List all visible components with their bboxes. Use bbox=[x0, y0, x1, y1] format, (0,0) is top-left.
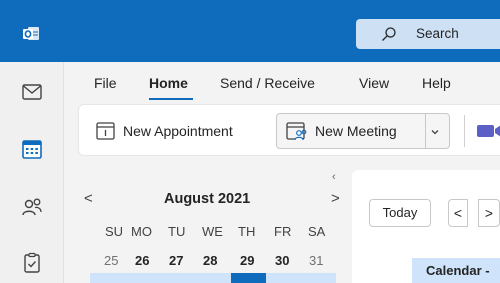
mini-calendar-next-button[interactable]: > bbox=[331, 190, 340, 207]
chevron-down-icon[interactable] bbox=[430, 127, 440, 137]
today-indicator bbox=[231, 273, 266, 283]
nav-rail bbox=[0, 62, 64, 283]
new-appointment-button[interactable]: New Appointment bbox=[95, 114, 233, 148]
ribbon-toolbar: New Appointment New Meeting bbox=[78, 104, 500, 156]
calendar-day[interactable]: 25 bbox=[104, 253, 118, 268]
tab-help[interactable]: Help bbox=[422, 75, 451, 91]
today-button[interactable]: Today bbox=[369, 199, 431, 227]
weekday-label: SA bbox=[308, 224, 326, 239]
tab-file[interactable]: File bbox=[94, 75, 117, 91]
weekday-label: TU bbox=[168, 224, 186, 239]
search-label: Search bbox=[416, 26, 459, 41]
collapse-pane-chevron[interactable]: ‹ bbox=[332, 171, 336, 183]
new-meeting-button[interactable]: New Meeting bbox=[285, 114, 397, 148]
search-box[interactable]: Search bbox=[356, 19, 500, 49]
new-meeting-split-button: New Meeting bbox=[276, 113, 450, 149]
calendar-day[interactable]: 28 bbox=[203, 253, 217, 268]
search-icon bbox=[382, 27, 396, 41]
tab-send-receive[interactable]: Send / Receive bbox=[220, 75, 315, 91]
calendar-icon[interactable] bbox=[20, 137, 44, 161]
tasks-icon[interactable] bbox=[20, 251, 44, 275]
calendar-tab[interactable]: Calendar - bbox=[412, 258, 500, 283]
calendar-day[interactable]: 26 bbox=[135, 253, 149, 268]
new-appointment-label: New Appointment bbox=[123, 123, 233, 139]
calendar-next-button[interactable]: > bbox=[478, 199, 500, 227]
calendar-day-today[interactable]: 29 bbox=[240, 253, 254, 268]
mail-icon[interactable] bbox=[20, 80, 44, 104]
people-icon[interactable] bbox=[20, 195, 44, 219]
weekday-label: FR bbox=[274, 224, 292, 239]
new-meeting-label: New Meeting bbox=[315, 123, 397, 139]
mini-calendar-prev-button[interactable]: < bbox=[84, 190, 93, 207]
weekday-label: MO bbox=[131, 224, 152, 239]
calendar-day[interactable]: 27 bbox=[169, 253, 183, 268]
toolbar-separator bbox=[464, 115, 465, 147]
calendar-day[interactable]: 30 bbox=[275, 253, 289, 268]
mini-calendar-month[interactable]: August 2021 bbox=[164, 191, 250, 207]
tab-view[interactable]: View bbox=[359, 75, 389, 91]
calendar-day[interactable]: 31 bbox=[309, 253, 323, 268]
weekday-label: WE bbox=[202, 224, 223, 239]
weekday-label: TH bbox=[238, 224, 256, 239]
tab-home[interactable]: Home bbox=[149, 75, 188, 91]
split-divider bbox=[425, 114, 426, 148]
active-tab-indicator bbox=[149, 98, 193, 100]
weekday-label: SU bbox=[105, 224, 124, 239]
selected-week-highlight bbox=[90, 273, 336, 283]
calendar-prev-button[interactable]: < bbox=[448, 199, 468, 227]
title-bar: Search bbox=[0, 0, 500, 62]
outlook-icon[interactable] bbox=[22, 26, 40, 42]
video-icon[interactable] bbox=[477, 122, 500, 140]
new-appointment-icon bbox=[96, 122, 115, 140]
new-meeting-icon bbox=[286, 122, 307, 141]
